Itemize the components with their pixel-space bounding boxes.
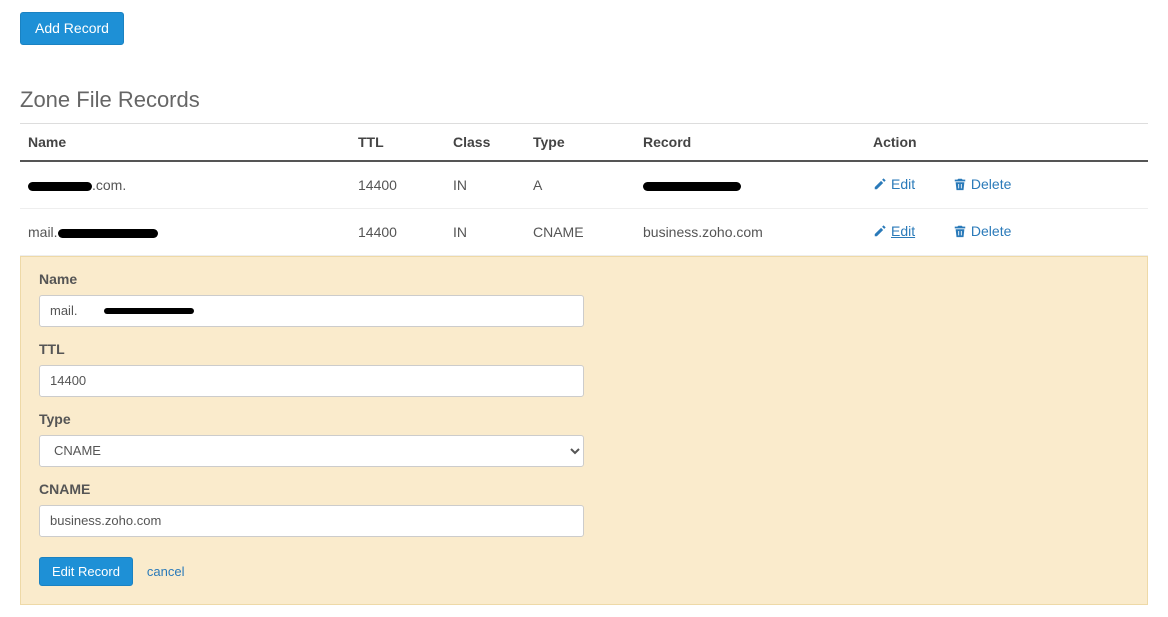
cname-label: CNAME — [39, 481, 1129, 497]
cell-name: .com. — [20, 161, 350, 209]
cell-action: Edit Delete — [865, 208, 1148, 255]
delete-link[interactable]: Delete — [953, 223, 1011, 239]
delete-link[interactable]: Delete — [953, 176, 1011, 192]
cell-type: A — [525, 161, 635, 209]
cell-ttl: 14400 — [350, 161, 445, 209]
col-header-class: Class — [445, 123, 525, 161]
cell-record — [635, 161, 865, 209]
add-record-button[interactable]: Add Record — [20, 12, 124, 45]
table-header-row: Name TTL Class Type Record Action — [20, 123, 1148, 161]
name-prefix: mail. — [28, 224, 58, 240]
ttl-input[interactable] — [39, 365, 584, 397]
redacted-text — [58, 229, 158, 238]
col-header-ttl: TTL — [350, 123, 445, 161]
edit-label: Edit — [891, 223, 915, 239]
name-suffix: .com. — [92, 177, 126, 193]
redacted-text — [28, 182, 92, 191]
ttl-label: TTL — [39, 341, 1129, 357]
cell-ttl: 14400 — [350, 208, 445, 255]
cell-name: mail. — [20, 208, 350, 255]
type-label: Type — [39, 411, 1129, 427]
edit-record-submit-button[interactable]: Edit Record — [39, 557, 133, 587]
col-header-action: Action — [865, 123, 1148, 161]
section-title: Zone File Records — [20, 87, 1148, 113]
delete-label: Delete — [971, 176, 1011, 192]
cell-action: Edit Delete — [865, 161, 1148, 209]
col-header-type: Type — [525, 123, 635, 161]
cell-class: IN — [445, 208, 525, 255]
table-row: .com. 14400 IN A Edit — [20, 161, 1148, 209]
cancel-link[interactable]: cancel — [147, 564, 185, 579]
type-select[interactable]: CNAME — [39, 435, 584, 467]
trash-icon — [953, 177, 967, 191]
edit-link[interactable]: Edit — [873, 223, 915, 239]
name-input[interactable] — [39, 295, 584, 327]
col-header-name: Name — [20, 123, 350, 161]
trash-icon — [953, 224, 967, 238]
pencil-icon — [873, 224, 887, 238]
cell-record: business.zoho.com — [635, 208, 865, 255]
form-actions: Edit Record cancel — [39, 557, 1129, 587]
edit-record-panel: Name TTL Type CNAME CNAME Edit Record ca… — [20, 256, 1148, 606]
cell-class: IN — [445, 161, 525, 209]
cell-type: CNAME — [525, 208, 635, 255]
cname-input[interactable] — [39, 505, 584, 537]
name-label: Name — [39, 271, 1129, 287]
pencil-icon — [873, 177, 887, 191]
col-header-record: Record — [635, 123, 865, 161]
redacted-text — [643, 182, 741, 191]
edit-link[interactable]: Edit — [873, 176, 915, 192]
records-table: Name TTL Class Type Record Action .com. … — [20, 123, 1148, 256]
delete-label: Delete — [971, 223, 1011, 239]
edit-label: Edit — [891, 176, 915, 192]
table-row: mail. 14400 IN CNAME business.zoho.com E… — [20, 208, 1148, 255]
